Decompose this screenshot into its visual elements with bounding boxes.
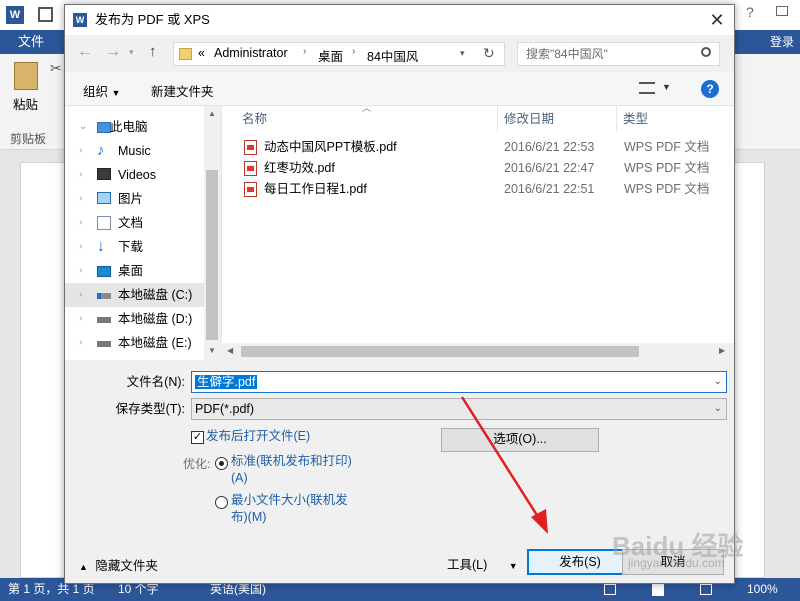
- baidu-watermark-url: jingyan.baidu.com: [628, 556, 725, 570]
- annotation-arrow-line: [460, 396, 542, 521]
- annotation-arrowhead: [531, 509, 548, 534]
- annotation-arrow: [460, 396, 548, 534]
